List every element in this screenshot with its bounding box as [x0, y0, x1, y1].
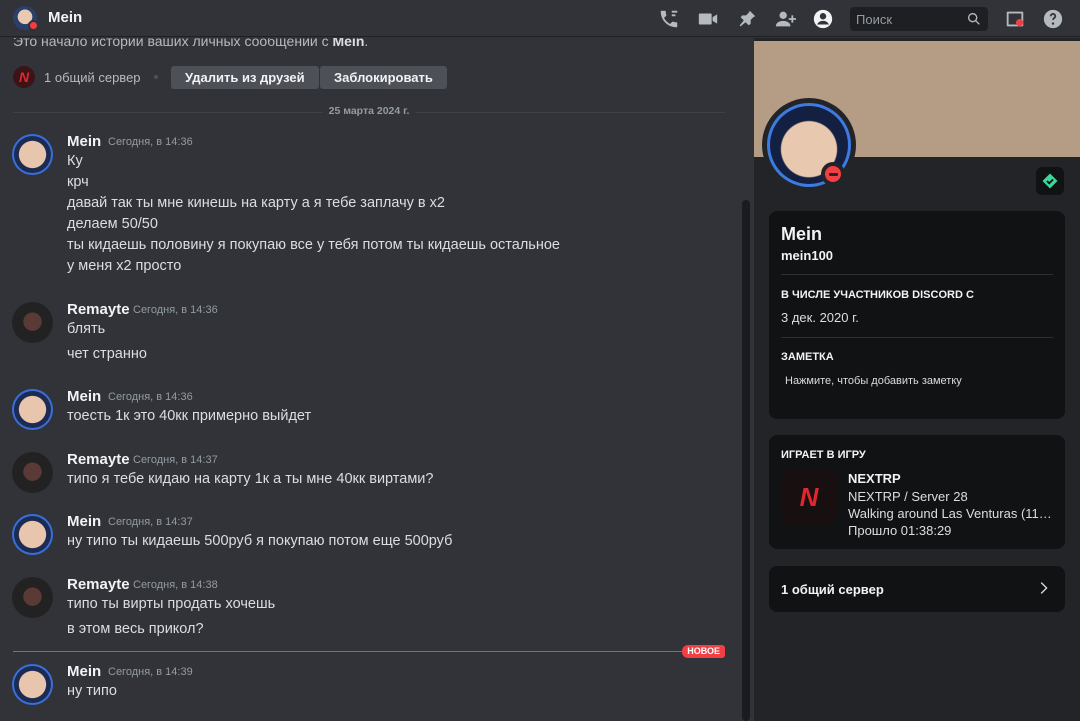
message-text: типо ты вирты продать хочешь — [67, 596, 276, 612]
avatar[interactable] — [12, 452, 53, 493]
help-icon[interactable] — [1042, 8, 1064, 30]
nitro-badge-icon[interactable] — [1036, 167, 1064, 195]
activity-header: ИГРАЕТ В ИГРУ — [781, 449, 866, 461]
message-timestamp: Сегодня, в 14:38 — [133, 579, 218, 591]
date-divider: 25 марта 2024 г. — [13, 104, 725, 120]
remove-friend-button[interactable]: Удалить из друзей — [171, 66, 319, 89]
search-icon — [966, 11, 982, 27]
avatar[interactable] — [12, 664, 53, 705]
dm-intro-text: Это начало истории ваших личных сообщени… — [13, 38, 369, 49]
game-icon: N — [781, 469, 837, 525]
message-text: у меня х2 просто — [67, 258, 182, 274]
divider — [781, 274, 1053, 275]
message-author[interactable]: Mein — [67, 663, 101, 680]
mutual-servers-label: 1 общий сервер — [781, 582, 884, 597]
header-username[interactable]: Mein — [48, 9, 82, 26]
message-list[interactable]: Это начало истории ваших личных сообщени… — [0, 38, 752, 721]
scrollbar-thumb[interactable] — [742, 200, 750, 721]
pin-icon[interactable] — [736, 8, 758, 30]
message-text: в этом весь прикол? — [67, 621, 204, 637]
user-profile-panel: Mein mein100 В ЧИСЛЕ УЧАСТНИКОВ DISCORD … — [754, 38, 1080, 721]
message-text: чет странно — [67, 346, 147, 362]
avatar[interactable] — [12, 389, 53, 430]
avatar[interactable] — [12, 134, 53, 175]
member-since-header: В ЧИСЛЕ УЧАСТНИКОВ DISCORD С — [781, 289, 974, 301]
message-text: крч — [67, 174, 89, 190]
chevron-right-icon — [1035, 580, 1051, 596]
message-text: Ку — [67, 153, 83, 169]
separator-dot — [153, 75, 158, 79]
message-text: давай так ты мне кинешь на карту а я теб… — [67, 195, 445, 211]
message-text: ты кидаешь половину я покупаю все у тебя… — [67, 237, 560, 253]
message-author[interactable]: Remayte — [67, 576, 130, 593]
message-timestamp: Сегодня, в 14:36 — [133, 304, 218, 316]
message-timestamp: Сегодня, в 14:37 — [108, 516, 193, 528]
new-messages-divider: НОВОЕ — [13, 645, 725, 662]
game-details: NEXTRP / Server 28 — [848, 489, 968, 504]
message-author[interactable]: Mein — [67, 513, 101, 530]
search-input[interactable] — [856, 11, 964, 27]
message-text: тоесть 1к это 40кк примерно выйдет — [67, 408, 312, 424]
note-input[interactable]: Нажмите, чтобы добавить заметку — [785, 375, 962, 387]
dm-header: Mein — [0, 0, 1080, 37]
member-since-date: 3 дек. 2020 г. — [781, 310, 859, 325]
dnd-status-icon — [821, 162, 845, 186]
message-author[interactable]: Mein — [67, 388, 101, 405]
block-button[interactable]: Заблокировать — [320, 66, 447, 89]
note-header: ЗАМЕТКА — [781, 351, 834, 363]
game-name: NEXTRP — [848, 471, 901, 486]
mutual-servers-button[interactable]: 1 общий сервер — [769, 566, 1065, 612]
profile-username: mein100 — [781, 248, 834, 263]
video-call-icon[interactable] — [697, 8, 719, 30]
message-text: ну типо ты кидаешь 500руб я покупаю пото… — [67, 533, 453, 549]
message-text: типо я тебе кидаю на карту 1к а ты мне 4… — [67, 471, 434, 487]
server-icon: N — [13, 66, 35, 88]
dnd-status-icon — [28, 20, 39, 31]
mutual-servers-row[interactable]: N 1 общий сервер — [13, 65, 158, 89]
voice-call-icon[interactable] — [658, 8, 680, 30]
avatar[interactable] — [12, 514, 53, 555]
avatar[interactable] — [12, 302, 53, 343]
inbox-icon[interactable] — [1004, 8, 1026, 30]
mutual-servers-count: 1 общий сервер — [44, 69, 141, 85]
user-profile-icon[interactable] — [812, 8, 834, 30]
avatar[interactable] — [12, 577, 53, 618]
message-timestamp: Сегодня, в 14:37 — [133, 454, 218, 466]
new-badge: НОВОЕ — [682, 645, 725, 658]
message-author[interactable]: Remayte — [67, 301, 130, 318]
message-timestamp: Сегодня, в 14:39 — [108, 666, 193, 678]
message-author[interactable]: Remayte — [67, 451, 130, 468]
message-timestamp: Сегодня, в 14:36 — [108, 136, 193, 148]
profile-display-name: Mein — [781, 224, 823, 244]
message-author[interactable]: Mein — [67, 133, 101, 150]
divider — [781, 337, 1053, 338]
game-elapsed: Прошло 01:38:29 — [848, 523, 952, 538]
message-text: блять — [67, 321, 106, 337]
game-state: Walking around Las Venturas (117 ... — [848, 506, 1053, 521]
message-text: делаем 50/50 — [67, 216, 158, 232]
profile-info-card: Mein mein100 В ЧИСЛЕ УЧАСТНИКОВ DISCORD … — [769, 211, 1065, 419]
message-timestamp: Сегодня, в 14:36 — [108, 391, 193, 403]
message-text: ну типо — [67, 683, 117, 699]
activity-card: ИГРАЕТ В ИГРУ N NEXTRP NEXTRP / Server 2… — [769, 435, 1065, 549]
add-friend-icon[interactable] — [774, 8, 796, 30]
search-box[interactable] — [850, 7, 988, 31]
